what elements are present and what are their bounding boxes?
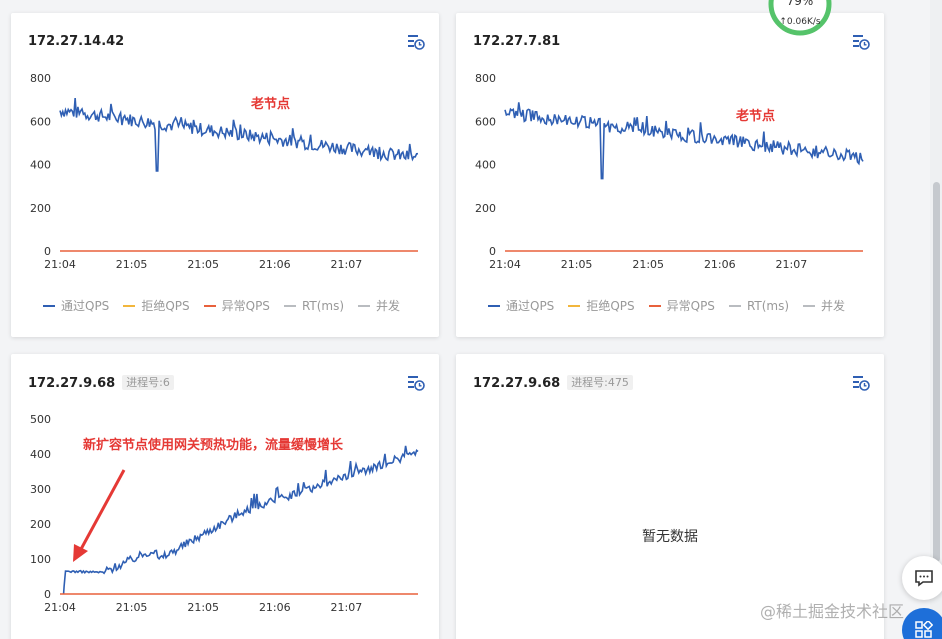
x-tick-label: 21:04: [44, 258, 76, 271]
network-gauge: 79% ↑0.06K/s: [766, 0, 834, 42]
card-title: 172.27.9.68 进程号:6: [28, 375, 174, 391]
legend-item[interactable]: 异常QPS: [203, 297, 270, 314]
card-title: 172.27.7.81: [473, 34, 561, 49]
y-tick-label: 0: [489, 245, 496, 258]
node-card: 172.27.9.68 进程号:475 暂无数据: [456, 354, 884, 639]
y-tick-label: 600: [30, 115, 51, 128]
y-tick-label: 600: [475, 115, 496, 128]
y-tick-label: 100: [30, 553, 51, 566]
legend-label: 通过QPS: [61, 299, 110, 313]
x-tick-label: 21:05: [561, 258, 593, 271]
qps-chart: 0 100 200 300 400 500 21:04 21:05 21:05 21:06 21:0…: [30, 413, 419, 614]
legend-swatch: [43, 304, 55, 307]
qps-chart: 0 200 400 600 800 21:04 21:05 21:05 21:06 21:07 老节…: [30, 72, 419, 271]
x-tick-label: 21:06: [259, 601, 291, 614]
gauge-speed: ↑0.06K/s: [779, 17, 821, 27]
gauge-percent: 79%: [786, 0, 814, 8]
legend-label: 通过QPS: [506, 299, 555, 313]
legend-swatch: [283, 304, 296, 307]
legend-item[interactable]: 拒绝QPS: [123, 297, 190, 314]
series-line-pass-qps: [62, 445, 419, 595]
y-tick-label: 0: [44, 245, 51, 258]
y-tick-label: 400: [475, 159, 496, 172]
legend-item[interactable]: 并发: [358, 297, 400, 314]
legend-item[interactable]: RT(ms): [283, 297, 345, 314]
y-tick-label: 400: [30, 448, 51, 461]
y-tick-label: 200: [30, 518, 51, 531]
series-line-pass-qps: [59, 98, 419, 172]
legend-item[interactable]: 拒绝QPS: [568, 297, 635, 314]
qps-chart: 0 200 400 600 800 21:04 21:05 21:05 21:06 21:07 老节…: [475, 72, 864, 271]
legend-label: 异常QPS: [666, 299, 715, 313]
legend-swatch: [488, 304, 500, 307]
y-tick-label: 0: [44, 588, 51, 601]
x-tick-label: 21:06: [704, 258, 736, 271]
grid-icon: [915, 621, 933, 638]
y-tick-label: 300: [30, 483, 51, 496]
legend-item[interactable]: RT(ms): [728, 297, 790, 314]
y-tick-label: 500: [30, 413, 51, 426]
legend-label: RT(ms): [746, 298, 790, 313]
x-tick-label: 21:07: [331, 258, 363, 271]
annotation-arrow: [78, 469, 126, 552]
history-icon[interactable]: [407, 374, 425, 392]
card-title: 172.27.14.42: [28, 34, 125, 49]
legend-label: RT(ms): [301, 298, 345, 313]
empty-state-text: 暂无数据: [642, 529, 698, 545]
legend-label: 并发: [376, 299, 401, 313]
y-tick-label: 800: [30, 72, 51, 85]
legend-item[interactable]: 异常QPS: [648, 297, 715, 314]
y-tick-label: 800: [475, 72, 496, 85]
y-tick-label: 200: [30, 202, 51, 215]
x-tick-label: 21:05: [187, 258, 219, 271]
legend-item[interactable]: 通过QPS: [488, 297, 554, 314]
x-tick-label: 21:04: [489, 258, 521, 271]
chart-annotation: 老节点: [735, 108, 775, 124]
legend-item[interactable]: 并发: [803, 297, 845, 314]
node-card: 172.27.14.42 0 200 400 600 800 21:04 21:05 21:0…: [11, 13, 439, 337]
legend-swatch: [803, 304, 816, 307]
watermark: @稀土掘金技术社区: [760, 602, 905, 621]
y-tick-label: 400: [30, 159, 51, 172]
x-tick-label: 21:05: [632, 258, 664, 271]
card-title: 172.27.9.68 进程号:475: [473, 375, 633, 391]
legend-swatch: [123, 304, 136, 307]
annotation-arrowhead: [73, 544, 88, 562]
pid-badge: 进程号:6: [122, 375, 174, 390]
legend-item[interactable]: 通过QPS: [43, 297, 109, 314]
x-tick-label: 21:05: [116, 258, 148, 271]
chart-legend: 通过QPS 拒绝QPS 异常QPS RT(ms) 并发: [43, 297, 400, 314]
x-tick-label: 21:05: [187, 601, 219, 614]
x-tick-label: 21:04: [44, 601, 76, 614]
x-tick-label: 21:05: [116, 601, 148, 614]
legend-swatch: [203, 304, 216, 307]
comment-icon: [915, 570, 933, 587]
node-card: 172.27.9.68 进程号:6 0 100 200 300 400 500 21:04 21…: [11, 354, 439, 639]
dashboard-page: 172.27.14.42 0 200 400 600 800 21:04 21:05 21:0…: [0, 0, 942, 639]
legend-label: 拒绝QPS: [586, 299, 635, 313]
history-icon[interactable]: [852, 33, 870, 51]
legend-label: 并发: [821, 299, 846, 313]
pid-badge: 进程号:475: [567, 375, 633, 390]
x-tick-label: 21:06: [259, 258, 291, 271]
legend-label: 异常QPS: [221, 299, 270, 313]
x-tick-label: 21:07: [331, 601, 363, 614]
history-icon[interactable]: [852, 374, 870, 392]
x-tick-label: 21:07: [776, 258, 808, 271]
legend-swatch: [358, 304, 371, 307]
scrollbar-thumb[interactable]: [933, 182, 940, 562]
chart-annotation: 新扩容节点使用网关预热功能，流量缓慢增长: [83, 437, 344, 453]
chart-annotation: 老节点: [250, 96, 290, 112]
grid-button[interactable]: [902, 608, 942, 639]
y-tick-label: 200: [475, 202, 496, 215]
comment-button[interactable]: [902, 556, 942, 600]
legend-label: 拒绝QPS: [141, 299, 190, 313]
legend-swatch: [728, 304, 741, 307]
legend-swatch: [648, 304, 661, 307]
series-line-pass-qps: [504, 102, 864, 180]
history-icon[interactable]: [407, 33, 425, 51]
chart-legend: 通过QPS 拒绝QPS 异常QPS RT(ms) 并发: [488, 297, 845, 314]
legend-swatch: [568, 304, 581, 307]
node-card: 172.27.7.81 0 200 400 600 800 21:04 21:05 21:05…: [456, 13, 884, 337]
